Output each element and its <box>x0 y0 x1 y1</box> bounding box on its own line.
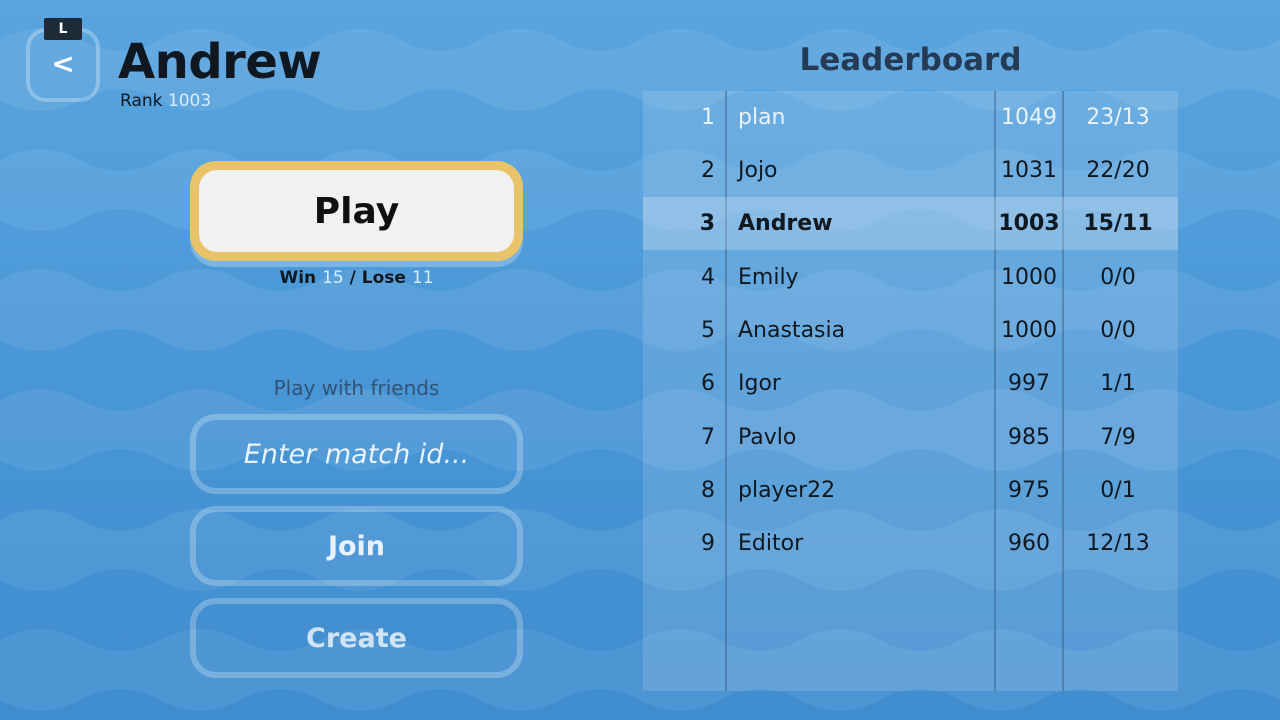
row-record: 15/11 <box>1083 211 1153 236</box>
row-player-name: Editor <box>738 531 804 556</box>
match-id-input[interactable] <box>196 419 517 489</box>
player-rank: Rank 1003 <box>120 91 211 111</box>
row-score: 1031 <box>1001 158 1057 183</box>
row-score: 975 <box>1008 478 1050 503</box>
row-player-name: Andrew <box>738 211 833 236</box>
row-record: 0/0 <box>1100 265 1136 290</box>
play-button[interactable]: Play <box>190 161 523 261</box>
back-control: < L <box>26 18 104 106</box>
row-player-name: Jojo <box>738 158 778 183</box>
row-score: 1049 <box>1001 105 1057 130</box>
leaderboard-row: 7 Pavlo 985 7/9 <box>643 411 1178 464</box>
row-rank: 5 <box>701 318 715 343</box>
win-lose-separator: / <box>349 268 356 288</box>
row-record: 0/0 <box>1100 318 1136 343</box>
row-record: 22/20 <box>1086 158 1150 183</box>
leaderboard-title: Leaderboard <box>799 42 1022 78</box>
leaderboard-row: 2 Jojo 1031 22/20 <box>643 144 1178 197</box>
row-player-name: Anastasia <box>738 318 846 343</box>
row-player-name: Pavlo <box>738 425 797 450</box>
row-record: 1/1 <box>1100 371 1136 396</box>
row-player-name: player22 <box>738 478 836 503</box>
leaderboard-row-current-player: 3 Andrew 1003 15/11 <box>643 197 1178 250</box>
row-rank: 6 <box>701 371 715 396</box>
row-rank: 1 <box>701 105 715 130</box>
join-button-label: Join <box>327 530 386 562</box>
rank-value: 1003 <box>167 91 212 111</box>
leaderboard-row: 5 Anastasia 1000 0/0 <box>643 304 1178 357</box>
win-value: 15 <box>322 268 344 288</box>
row-score: 985 <box>1008 425 1050 450</box>
player-name: Andrew <box>118 34 322 90</box>
row-record: 12/13 <box>1086 531 1150 556</box>
leaderboard-row: 9 Editor 960 12/13 <box>643 517 1178 570</box>
create-button-label: Create <box>306 622 407 654</box>
row-player-name: plan <box>738 105 786 130</box>
win-label: Win <box>279 268 317 288</box>
play-button-label: Play <box>199 170 514 252</box>
leaderboard-row: 8 player22 975 0/1 <box>643 464 1178 517</box>
row-rank: 4 <box>701 265 715 290</box>
row-player-name: Igor <box>738 371 781 396</box>
row-rank: 8 <box>701 478 715 503</box>
row-score: 997 <box>1008 371 1050 396</box>
row-score: 1000 <box>1001 318 1057 343</box>
keyboard-hint-badge: L <box>44 18 82 40</box>
row-rank: 3 <box>699 211 715 236</box>
row-rank: 7 <box>701 425 715 450</box>
play-with-friends-heading: Play with friends <box>273 376 440 400</box>
create-button[interactable]: Create <box>190 598 523 678</box>
rank-label: Rank <box>120 91 163 111</box>
row-record: 23/13 <box>1086 105 1150 130</box>
row-player-name: Emily <box>738 265 799 290</box>
leaderboard-table: 1 plan 1049 23/13 2 Jojo 1031 22/20 3 An… <box>643 91 1178 691</box>
join-button[interactable]: Join <box>190 506 523 586</box>
row-score: 960 <box>1008 531 1050 556</box>
leaderboard-row: 1 plan 1049 23/13 <box>643 91 1178 144</box>
row-rank: 9 <box>701 531 715 556</box>
row-score: 1000 <box>1001 265 1057 290</box>
leaderboard-row: 6 Igor 997 1/1 <box>643 357 1178 410</box>
win-lose-stats: Win 15 / Lose 11 <box>190 268 523 288</box>
row-record: 0/1 <box>1100 478 1136 503</box>
back-arrow-icon: < <box>51 46 75 80</box>
row-record: 7/9 <box>1100 425 1136 450</box>
row-rank: 2 <box>701 158 715 183</box>
lose-label: Lose <box>361 268 406 288</box>
match-id-field <box>190 414 523 494</box>
leaderboard-row: 4 Emily 1000 0/0 <box>643 251 1178 304</box>
lose-value: 11 <box>411 268 434 288</box>
row-score: 1003 <box>998 211 1060 236</box>
